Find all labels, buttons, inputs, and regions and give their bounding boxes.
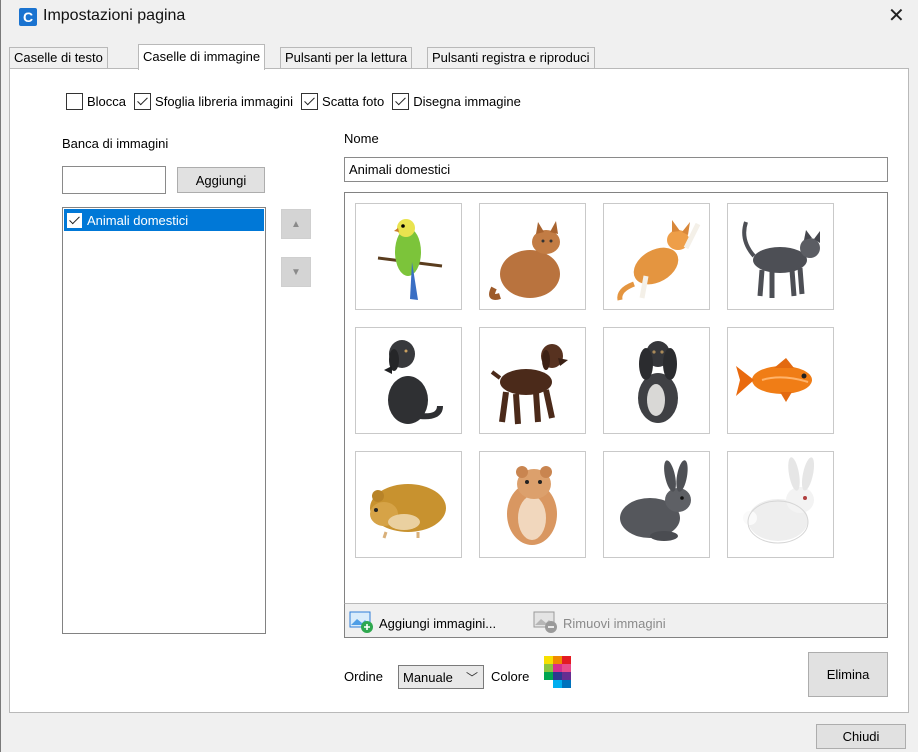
rabbit-grey-image[interactable]	[603, 451, 710, 558]
goldfish-image[interactable]	[727, 327, 834, 434]
dog-black-image[interactable]	[355, 327, 462, 434]
hamster-golden-image[interactable]	[355, 451, 462, 558]
checkbox-box[interactable]	[301, 92, 319, 110]
options-row: Blocca Sfoglia libreria immagini Scatta …	[66, 91, 529, 111]
color-picker-icon[interactable]	[544, 656, 572, 688]
add-image-icon	[349, 610, 375, 637]
checkbox-box[interactable]	[66, 92, 83, 110]
settings-panel: Blocca Sfoglia libreria immagini Scatta …	[9, 68, 909, 713]
close-icon[interactable]: ✕	[888, 4, 905, 28]
dog-spaniel-image[interactable]	[603, 327, 710, 434]
add-bank-button[interactable]: Aggiungi	[177, 167, 265, 193]
browse-library-checkbox[interactable]: Sfoglia libreria immagini	[134, 92, 294, 110]
color-label: Colore	[491, 669, 530, 684]
remove-image-icon	[533, 610, 559, 637]
checkbox-box[interactable]	[134, 92, 152, 110]
name-label: Nome	[344, 131, 379, 146]
gallery-toolbar: Aggiungi immagini... Rimuovi immagini	[344, 603, 888, 638]
take-photo-checkbox[interactable]: Scatta foto	[301, 92, 385, 110]
remove-images-label: Rimuovi immagini	[563, 616, 666, 631]
add-images-button[interactable]: Aggiungi immagini...	[349, 610, 496, 637]
checkbox-label: Sfoglia libreria immagini	[155, 93, 294, 109]
image-bank-input[interactable]	[62, 166, 166, 194]
order-label: Ordine	[344, 669, 384, 684]
close-button[interactable]: Chiudi	[816, 724, 906, 749]
checkbox-label: Scatta foto	[322, 93, 385, 109]
checkbox-label: Disegna immagine	[413, 93, 521, 109]
image-gallery	[344, 192, 888, 638]
tab-image-boxes[interactable]: Caselle di immagine	[138, 44, 266, 70]
checkbox-box[interactable]	[67, 212, 82, 228]
delete-button[interactable]: Elimina	[808, 652, 888, 697]
list-item-label: Animali domestici	[87, 212, 189, 228]
checkbox-box[interactable]	[392, 92, 410, 110]
window-title: Impostazioni pagina	[43, 7, 186, 24]
dog-brown-image[interactable]	[479, 327, 586, 434]
triangle-down-icon: ▼	[291, 266, 301, 278]
cat-playing-image[interactable]	[603, 203, 710, 310]
hamster-standing-image[interactable]	[479, 451, 586, 558]
tab-reading-buttons[interactable]: Pulsanti per la lettura	[280, 47, 413, 69]
order-select[interactable]: Manuale ﹀	[398, 665, 484, 689]
add-images-label: Aggiungi immagini...	[379, 616, 497, 631]
name-input[interactable]	[344, 157, 888, 182]
triangle-up-icon: ▲	[291, 218, 301, 230]
list-item[interactable]: Animali domestici	[64, 209, 264, 231]
move-up-button[interactable]: ▲	[281, 209, 311, 239]
chevron-down-icon: ﹀	[465, 671, 478, 685]
checkbox-label: Blocca	[87, 93, 127, 109]
draw-image-checkbox[interactable]: Disegna immagine	[392, 92, 521, 110]
lock-checkbox[interactable]: Blocca	[66, 92, 127, 110]
title-bar: C Impostazioni pagina ✕	[1, 0, 918, 34]
order-value: Manuale	[403, 669, 453, 685]
cat-sitting-image[interactable]	[479, 203, 586, 310]
tab-record-play-buttons[interactable]: Pulsanti registra e riproduci	[427, 47, 595, 69]
image-bank-list[interactable]: Animali domestici	[62, 207, 266, 634]
tab-text-boxes[interactable]: Caselle di testo	[9, 47, 108, 69]
app-icon: C	[19, 8, 37, 26]
window-edge	[0, 0, 1, 752]
move-down-button[interactable]: ▼	[281, 257, 311, 287]
rabbit-white-image[interactable]	[727, 451, 834, 558]
image-bank-label: Banca di immagini	[62, 136, 169, 151]
cat-grey-image[interactable]	[727, 203, 834, 310]
remove-images-button[interactable]: Rimuovi immagini	[533, 610, 666, 637]
parrot-image[interactable]	[355, 203, 462, 310]
